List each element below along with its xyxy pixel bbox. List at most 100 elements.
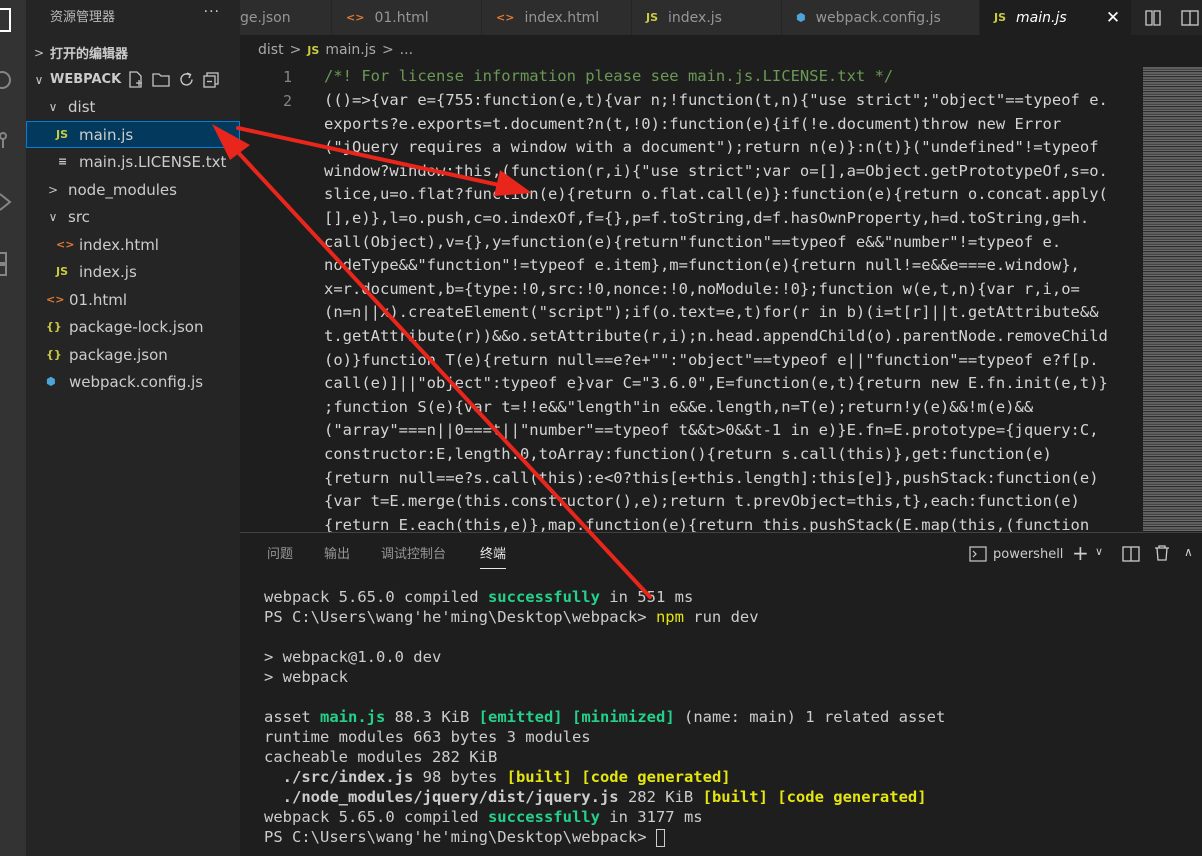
tab-webpack-config[interactable]: ⬢ webpack.config.js	[782, 0, 980, 35]
js-file-icon: JS	[646, 11, 659, 24]
open-editors-section[interactable]: > 打开的编辑器	[26, 39, 240, 66]
shell-name[interactable]: powershell	[993, 547, 1063, 562]
code-line: x=r.document,b={type:!0,src:!0,nonce:!0,…	[324, 279, 1080, 298]
code-comment-line: /*! For license information please see m…	[324, 67, 894, 85]
run-debug-icon[interactable]	[0, 182, 26, 222]
json-file-icon: {}	[46, 320, 62, 333]
json-file-icon: {}	[46, 348, 62, 361]
html-file-icon: <>	[56, 238, 75, 251]
tab-01-html[interactable]: <> 01.html	[332, 0, 482, 35]
code-line: constructor:E,length:0,toArray:function(…	[324, 445, 1052, 463]
refresh-icon[interactable]	[178, 71, 195, 88]
code-line: {return E.each(this,e)},map:function(e){…	[324, 515, 1090, 532]
open-editors-label: 打开的编辑器	[50, 47, 129, 62]
text-file-icon: ≡	[58, 155, 68, 168]
workspace-section[interactable]: ∨ WEBPACK	[26, 66, 240, 93]
tab-terminal[interactable]: 终端	[480, 543, 507, 569]
tab-index-js[interactable]: JS index.js	[632, 0, 782, 35]
terminal-line: asset main.js 88.3 KiB [emitted] [minimi…	[264, 708, 946, 726]
extensions-icon[interactable]	[0, 244, 26, 284]
terminal-panel: 问题 输出 调试控制台 终端 powershell + ∨ ∧ webpack …	[240, 532, 1202, 856]
activity-bar	[0, 0, 26, 856]
webpack-file-icon: ⬢	[796, 11, 806, 24]
tree-file-license[interactable]: ≡ main.js.LICENSE.txt	[26, 148, 240, 175]
breadcrumb: dist > JS main.js > ...	[258, 42, 413, 58]
close-icon[interactable]: ✕	[1095, 8, 1131, 28]
tree-item-label: main.js.LICENSE.txt	[79, 152, 227, 171]
split-editor-icon[interactable]	[1180, 8, 1200, 28]
chevron-down-icon: ∨	[48, 99, 58, 114]
html-file-icon: <>	[46, 293, 65, 306]
terminal-line: > webpack@1.0.0 dev	[264, 648, 442, 666]
collapse-all-icon[interactable]	[203, 71, 220, 88]
source-control-icon[interactable]	[0, 120, 26, 160]
tab-debug-console[interactable]: 调试控制台	[381, 543, 446, 562]
tab-label: index.html	[524, 9, 600, 26]
tab-index-html[interactable]: <> index.html	[482, 0, 632, 35]
explorer-icon[interactable]	[0, 0, 26, 40]
tab-package-json[interactable]: ge.json	[240, 0, 332, 35]
chevron-right-icon: >	[33, 45, 45, 60]
chevron-down-icon: ∨	[34, 72, 44, 87]
tree-item-label: main.js	[79, 125, 134, 144]
tab-output[interactable]: 输出	[324, 543, 350, 562]
chevron-right-icon: >	[47, 182, 59, 197]
tree-file-main-js[interactable]: JS main.js	[26, 121, 240, 148]
terminal-line: ./src/index.js 98 bytes [built] [code ge…	[264, 768, 731, 786]
code-line: t.getAttribute(r))&&o.setAttribute(r,i);…	[324, 327, 1108, 345]
chevron-down-icon[interactable]: ∨	[1095, 545, 1103, 558]
webpack-file-icon: ⬢	[46, 375, 56, 388]
tree-file-index-js[interactable]: JS index.js	[26, 258, 240, 285]
tree-file-index-html[interactable]: <> index.html	[26, 231, 240, 258]
terminal-line: ./node_modules/jquery/dist/jquery.js 282…	[264, 788, 927, 806]
tab-label: 01.html	[374, 9, 429, 26]
html-file-icon: <>	[346, 11, 365, 24]
breadcrumb-more[interactable]: ...	[400, 42, 413, 58]
tab-label: ge.json	[240, 9, 291, 26]
tab-label: index.js	[668, 9, 722, 26]
terminal-line: webpack 5.65.0 compiled successfully in …	[264, 588, 694, 606]
maximize-panel-icon[interactable]: ∧	[1184, 545, 1193, 559]
new-folder-icon[interactable]	[152, 71, 170, 88]
tree-folder-node-modules[interactable]: > node_modules	[26, 176, 240, 203]
js-file-icon: JS	[994, 11, 1007, 24]
explorer-title: 资源管理器	[50, 10, 116, 25]
tree-folder-dist[interactable]: ∨ dist	[26, 93, 240, 120]
terminal-line: webpack 5.65.0 compiled successfully in …	[264, 808, 703, 826]
code-line: window?window:this,(function(r,i){"use s…	[324, 161, 1108, 180]
tree-file-01-html[interactable]: <> 01.html	[26, 286, 240, 313]
tree-folder-src[interactable]: ∨ src	[26, 203, 240, 230]
terminal-prompt[interactable]: PS C:\Users\wang'he'ming\Desktop\webpack…	[264, 828, 665, 847]
trash-icon[interactable]	[1154, 544, 1170, 562]
tree-file-package-json[interactable]: {} package.json	[26, 341, 240, 368]
tab-problems[interactable]: 问题	[267, 543, 293, 562]
code-line: (()=>{var e={755:function(e,t){var n;!fu…	[324, 91, 1108, 109]
compare-changes-icon[interactable]	[1143, 8, 1163, 28]
tree-file-package-lock[interactable]: {} package-lock.json	[26, 313, 240, 340]
code-line: call(Object),v={},y=function(e){return"f…	[324, 232, 1062, 251]
split-terminal-icon[interactable]	[1122, 545, 1140, 563]
minimap[interactable]	[1143, 67, 1202, 531]
terminal-line: runtime modules 663 bytes 3 modules	[264, 728, 591, 746]
code-line: call(e)]||"object":typeof e}var C="3.6.0…	[324, 374, 1108, 393]
new-terminal-icon[interactable]: +	[1072, 541, 1089, 565]
line-number: 1	[282, 68, 292, 86]
terminal-icon	[969, 546, 987, 562]
tab-main-js[interactable]: JS main.js ✕	[980, 0, 1132, 35]
breadcrumb-separator: >	[289, 42, 302, 58]
new-file-icon[interactable]	[127, 71, 144, 88]
search-icon[interactable]	[0, 60, 26, 100]
tab-label: main.js	[1016, 9, 1067, 26]
tree-file-webpack-config[interactable]: ⬢ webpack.config.js	[26, 368, 240, 395]
breadcrumb-folder[interactable]: dist	[258, 42, 284, 58]
code-editor[interactable]: 1 2 /*! For license information please s…	[240, 64, 1202, 532]
more-actions-icon[interactable]: ···	[204, 4, 220, 20]
code-line: {return null==e?s.call(this):e<0?this[e+…	[324, 468, 1099, 487]
code-line: (n=n||x).createElement("script");if(o.te…	[324, 303, 1099, 322]
tree-item-label: node_modules	[68, 180, 177, 199]
js-file-icon: JS	[56, 265, 69, 278]
tree-item-label: index.html	[79, 235, 159, 254]
explorer-sidebar: 资源管理器 ··· > 打开的编辑器 ∨ WEBPACK ∨ dist JS m…	[26, 0, 240, 856]
breadcrumb-file[interactable]: main.js	[325, 42, 376, 58]
tree-item-label: dist	[68, 97, 96, 116]
